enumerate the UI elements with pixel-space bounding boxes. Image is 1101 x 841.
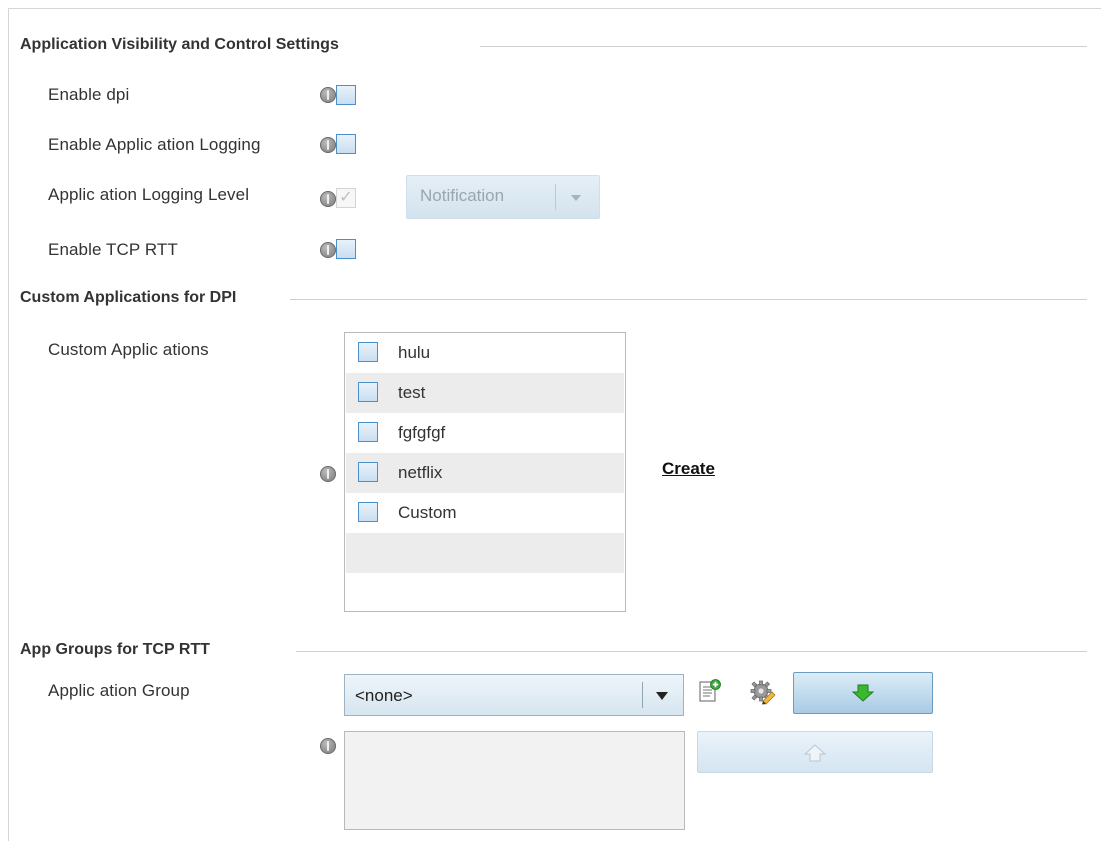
list-item[interactable]: netflix (346, 453, 624, 493)
enable-app-logging-checkbox[interactable] (336, 134, 356, 154)
chevron-down-icon (571, 195, 581, 201)
application-group-select[interactable]: <none> (344, 674, 684, 716)
section-title-custom-apps: Custom Applications for DPI (20, 289, 249, 307)
enable-dpi-label: Enable dpi (48, 85, 130, 104)
gear-edit-icon[interactable] (750, 679, 776, 705)
info-icon[interactable] (320, 738, 336, 754)
add-item-icon[interactable] (698, 679, 722, 703)
list-item-checkbox[interactable] (358, 462, 378, 482)
application-group-value: <none> (355, 686, 413, 705)
list-item-label: test (398, 383, 426, 402)
info-icon[interactable] (320, 191, 336, 207)
enable-dpi-checkbox[interactable] (336, 85, 356, 105)
up-arrow-icon (804, 744, 826, 762)
custom-applications-label: Custom Applic ations (48, 340, 209, 359)
section-divider (290, 299, 1087, 300)
custom-applications-list[interactable]: hulu test fgfgfgf netflix Custom (344, 332, 626, 612)
section-divider (480, 46, 1087, 47)
list-item[interactable]: fgfgfgf (346, 413, 624, 453)
move-up-button[interactable] (697, 731, 933, 773)
enable-tcp-rtt-label: Enable TCP RTT (48, 240, 178, 259)
app-logging-level-select[interactable]: Notification (406, 175, 600, 219)
list-item-checkbox[interactable] (358, 342, 378, 362)
list-item[interactable]: hulu (346, 333, 624, 373)
select-separator (555, 184, 556, 210)
chevron-down-icon (656, 692, 668, 700)
list-item-checkbox[interactable] (358, 382, 378, 402)
list-item-label: hulu (398, 343, 431, 362)
section-title-avc: Application Visibility and Control Setti… (20, 36, 351, 54)
section-title-app-groups: App Groups for TCP RTT (20, 641, 222, 659)
list-item-label: Custom (398, 503, 457, 522)
section-divider (296, 651, 1087, 652)
list-item[interactable]: test (346, 373, 624, 413)
move-down-button[interactable] (793, 672, 933, 714)
application-group-label: Applic ation Group (48, 681, 190, 700)
info-icon[interactable] (320, 87, 336, 103)
enable-app-logging-label: Enable Applic ation Logging (48, 135, 261, 154)
list-item[interactable]: Custom (346, 493, 624, 533)
list-item-label: fgfgfgf (398, 423, 446, 442)
application-group-list[interactable] (344, 731, 685, 830)
app-logging-level-checkbox[interactable]: ✓ (336, 188, 356, 208)
list-item-empty (346, 533, 624, 573)
info-icon[interactable] (320, 137, 336, 153)
down-arrow-icon (852, 684, 874, 702)
info-icon[interactable] (320, 466, 336, 482)
app-logging-level-label: Applic ation Logging Level (48, 185, 250, 204)
enable-tcp-rtt-checkbox[interactable] (336, 239, 356, 259)
list-item-checkbox[interactable] (358, 502, 378, 522)
list-item-label: netflix (398, 463, 443, 482)
list-item-checkbox[interactable] (358, 422, 378, 442)
select-separator (642, 682, 643, 708)
app-logging-level-value: Notification (420, 186, 505, 205)
create-link[interactable]: Create (662, 459, 715, 479)
info-icon[interactable] (320, 242, 336, 258)
